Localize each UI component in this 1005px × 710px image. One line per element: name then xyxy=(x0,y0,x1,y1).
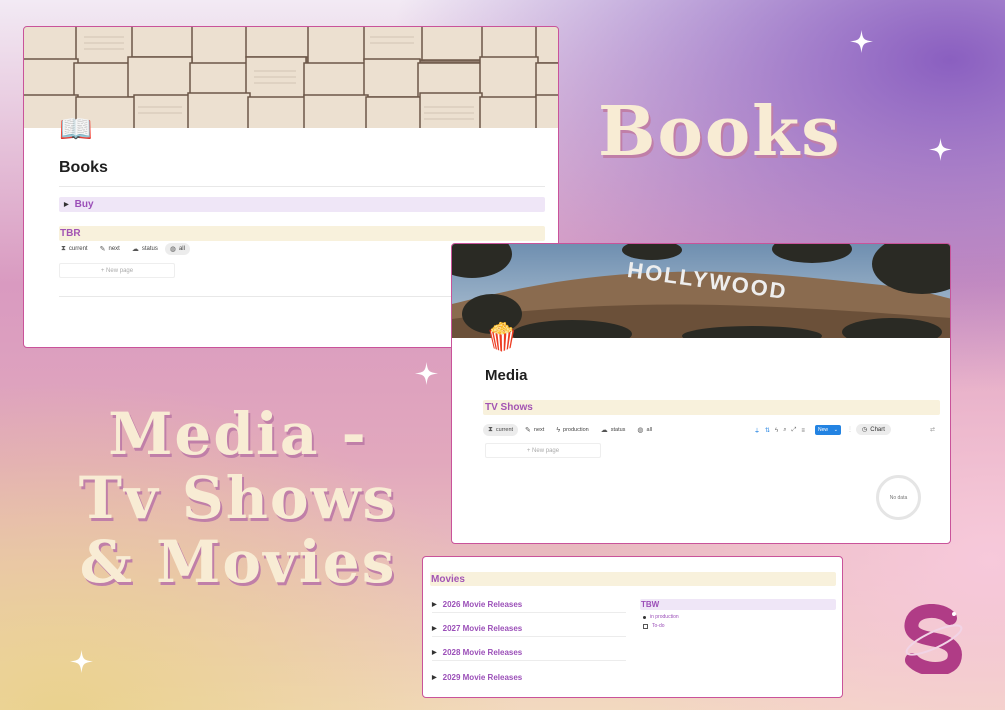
caret-right-icon[interactable]: ▶ xyxy=(432,649,437,656)
checkbox[interactable] xyxy=(643,623,648,629)
chevron-down-icon[interactable]: ⌄ xyxy=(834,427,838,433)
settings-icon[interactable]: ≡ xyxy=(801,428,805,434)
section-label: Buy xyxy=(74,199,94,210)
books-headline: Books xyxy=(598,92,842,172)
section-tv-shows[interactable]: TV Shows xyxy=(483,400,940,415)
section-tbw[interactable]: TBW xyxy=(640,599,836,610)
options-icon[interactable]: ⇄ xyxy=(930,426,935,433)
list-item[interactable]: in production xyxy=(643,614,679,620)
bolt-icon: ϟ xyxy=(556,426,561,434)
new-page-button[interactable]: + New page xyxy=(59,263,175,278)
sparkle-icon xyxy=(415,362,438,385)
tab-next[interactable]: ✎ next xyxy=(520,424,549,436)
tab-all[interactable]: ◍ all xyxy=(632,424,657,436)
section-tbr[interactable]: TBR xyxy=(59,226,545,241)
toolbar: ⏚ ⇅ ϟ ⌕ ⤢ ≡ xyxy=(754,426,805,435)
pencil-icon: ✎ xyxy=(525,427,531,434)
list-item[interactable]: ▶ 2026 Movie Releases xyxy=(432,597,626,613)
list-item[interactable]: ▶ 2029 Movie Releases xyxy=(432,669,626,685)
chart-view-button[interactable]: ◷ Chart xyxy=(856,424,891,435)
tab-status[interactable]: ☁ status xyxy=(596,424,631,436)
tab-all[interactable]: ◍ all xyxy=(164,243,190,255)
view-tabs: ⧗ current ✎ next ☁ status ◍ all xyxy=(56,243,190,255)
caret-right-icon[interactable]: ▶ xyxy=(432,674,437,681)
media-cover-image: HOLLYWOOD xyxy=(452,244,950,338)
view-tabs: ⧗ current ✎ next ϟ production ☁ status ◍ all xyxy=(483,424,657,436)
search-icon[interactable]: ⌕ xyxy=(783,427,786,434)
page-title: Books xyxy=(59,159,108,176)
tab-current[interactable]: ⧗ current xyxy=(483,424,519,436)
new-page-button[interactable]: + New page xyxy=(485,443,601,458)
section-label: TBW xyxy=(641,600,660,609)
cloud-icon: ☁ xyxy=(600,427,608,434)
section-label: TBR xyxy=(60,228,81,239)
sparkle-icon xyxy=(929,138,952,161)
globe-icon: ◍ xyxy=(169,246,176,253)
open-book-icon[interactable]: 📖 xyxy=(59,114,93,144)
media-headline: Media - Tv Shows & Movies xyxy=(78,400,398,596)
tab-production[interactable]: ϟ production xyxy=(551,425,593,436)
bullet-icon xyxy=(643,615,646,619)
books-cover-image xyxy=(24,27,558,128)
expand-icon[interactable]: ⤢ xyxy=(792,427,797,434)
sparkle-icon xyxy=(70,650,93,673)
hourglass-icon: ⧗ xyxy=(61,245,66,252)
clock-icon: ◷ xyxy=(862,427,868,433)
section-buy[interactable]: ▶ Buy xyxy=(59,197,545,212)
tab-current[interactable]: ⧗ current xyxy=(56,243,93,255)
caret-right-icon[interactable]: ▶ xyxy=(432,601,437,608)
chart-empty-state: No data xyxy=(876,475,921,520)
page-title: Media xyxy=(485,367,528,384)
tab-next[interactable]: ✎ next xyxy=(95,243,125,255)
popcorn-icon[interactable]: 🍿 xyxy=(485,322,519,352)
media-page-card: HOLLYWOOD 🍿 Media TV Shows ⧗ current ✎ nex… xyxy=(451,243,951,544)
caret-right-icon[interactable]: ▶ xyxy=(432,625,437,632)
section-label: TV Shows xyxy=(485,402,533,413)
brand-logo-icon xyxy=(904,604,963,674)
new-button[interactable]: New ⌄ xyxy=(815,425,841,435)
list-item[interactable]: ▶ 2027 Movie Releases xyxy=(432,621,626,637)
globe-icon: ◍ xyxy=(637,427,644,434)
hourglass-icon: ⧗ xyxy=(488,426,493,433)
automation-icon[interactable]: ϟ xyxy=(775,428,778,434)
tab-status[interactable]: ☁ status xyxy=(127,243,163,255)
drag-handle-icon[interactable]: ⋮ xyxy=(847,426,853,433)
todo-item[interactable]: To-do xyxy=(643,623,665,629)
sparkle-icon xyxy=(850,30,873,53)
caret-right-icon[interactable]: ▶ xyxy=(64,201,69,208)
movies-page-card: Movies ▶ 2026 Movie Releases ▶ 2027 Movi… xyxy=(422,556,843,698)
section-movies[interactable]: Movies xyxy=(430,572,836,586)
list-item[interactable]: ▶ 2028 Movie Releases xyxy=(432,645,626,661)
filter-icon[interactable]: ⏚ xyxy=(754,426,760,435)
section-label: Movies xyxy=(431,573,465,585)
divider xyxy=(59,186,545,187)
cloud-icon: ☁ xyxy=(131,246,139,253)
sort-icon[interactable]: ⇅ xyxy=(765,427,770,434)
pencil-icon: ✎ xyxy=(99,246,106,253)
